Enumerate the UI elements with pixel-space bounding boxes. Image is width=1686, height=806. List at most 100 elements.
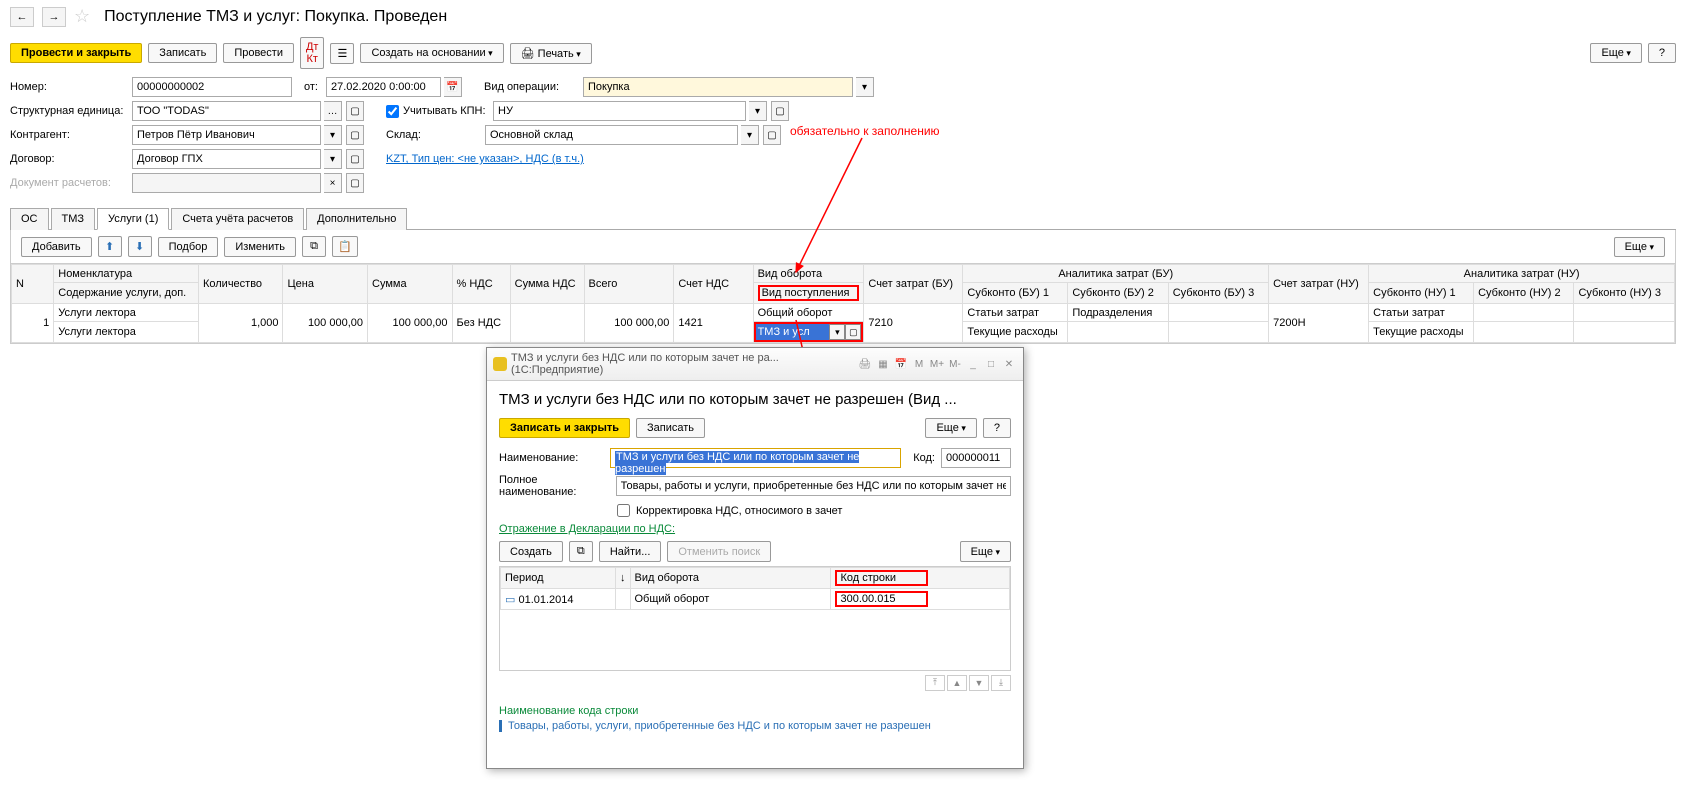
popup-create-button[interactable]: Создать <box>499 541 563 562</box>
col-n[interactable]: N <box>12 265 54 304</box>
col-nom2[interactable]: Содержание услуги, доп. <box>54 283 199 304</box>
copy-button[interactable]: ⧉ <box>302 236 326 257</box>
col-sum[interactable]: Сумма <box>368 265 453 304</box>
op-type-input[interactable] <box>583 77 853 97</box>
print-button[interactable]: 🖨 Печать <box>510 43 592 64</box>
popup-save-button[interactable]: Записать <box>636 418 705 438</box>
forward-button[interactable]: → <box>42 7 66 27</box>
tab-accounts[interactable]: Счета учёта расчетов <box>171 208 304 230</box>
post-button[interactable]: Провести <box>223 43 294 63</box>
popup-col-code[interactable]: Код строки <box>830 568 1010 589</box>
close-icon[interactable]: ✕ <box>1001 357 1017 371</box>
col-subn1[interactable]: Субконто (НУ) 1 <box>1369 283 1474 304</box>
date-input[interactable] <box>326 77 441 97</box>
counterparty-input[interactable] <box>132 125 321 145</box>
popup-cancel-find-button[interactable]: Отменить поиск <box>667 541 771 562</box>
calendar-icon[interactable]: 📅 <box>893 357 909 371</box>
star-icon[interactable]: ☆ <box>74 6 90 27</box>
clear-icon[interactable]: × <box>324 173 342 193</box>
create-based-button[interactable]: Создать на основании <box>360 43 503 63</box>
cell-incoming-type[interactable]: ТМЗ и усл ▾ ▢ <box>753 322 864 343</box>
popup-table-more-button[interactable]: Еще <box>960 541 1011 562</box>
col-anal-bu[interactable]: Аналитика затрат (БУ) <box>963 265 1269 283</box>
dropdown-icon[interactable]: ▾ <box>324 149 342 169</box>
popup-code-input[interactable] <box>941 448 1011 468</box>
add-button[interactable]: Добавить <box>21 237 92 257</box>
col-price[interactable]: Цена <box>283 265 368 304</box>
col-subn2[interactable]: Субконто (НУ) 2 <box>1474 283 1574 304</box>
edit-button[interactable]: Изменить <box>224 237 296 257</box>
cell-edit-value[interactable]: ТМЗ и усл <box>756 324 830 340</box>
contract-input[interactable] <box>132 149 321 169</box>
col-nom[interactable]: Номенклатура <box>54 265 199 283</box>
kpn-input[interactable] <box>493 101 746 121</box>
col-sub2[interactable]: Субконто (БУ) 2 <box>1068 283 1168 304</box>
open-icon[interactable]: ▢ <box>346 173 364 193</box>
maximize-icon[interactable]: □ <box>983 357 999 371</box>
dropdown-icon[interactable]: ▾ <box>829 324 845 340</box>
popup-table-row[interactable]: ▭ 01.01.2014 Общий оборот 300.00.015 <box>501 589 1010 610</box>
paste-button[interactable]: 📋 <box>332 236 358 257</box>
popup-col-period[interactable]: Период <box>501 568 616 589</box>
open-icon[interactable]: ▢ <box>771 101 789 121</box>
help-button[interactable]: ? <box>1648 43 1676 63</box>
move-up-button[interactable]: ⬆ <box>98 236 122 257</box>
col-sub1[interactable]: Субконто (БУ) 1 <box>963 283 1068 304</box>
popup-correction-checkbox[interactable] <box>617 504 630 517</box>
popup-help-button[interactable]: ? <box>983 418 1011 438</box>
nav-first-icon[interactable]: ⤒ <box>925 675 945 691</box>
m-icon[interactable]: M <box>911 357 927 371</box>
popup-col-sort[interactable]: ↓ <box>616 568 631 589</box>
col-turn[interactable]: Вид оборота <box>753 265 864 283</box>
popup-col-turn[interactable]: Вид оборота <box>630 568 830 589</box>
dropdown-icon[interactable]: ▾ <box>741 125 759 145</box>
popup-titlebar[interactable]: ТМЗ и услуги без НДС или по которым заче… <box>487 348 1023 381</box>
col-anal-nu[interactable]: Аналитика затрат (НУ) <box>1369 265 1675 283</box>
minimize-icon[interactable]: _ <box>965 357 981 371</box>
popup-name-input[interactable]: ТМЗ и услуги без НДС или по которым заче… <box>610 448 901 468</box>
calc-icon[interactable]: ▦ <box>875 357 891 371</box>
open-icon[interactable]: ▢ <box>763 125 781 145</box>
structure-button[interactable]: ☰ <box>330 43 354 64</box>
col-total[interactable]: Всего <box>584 265 674 304</box>
col-subn3[interactable]: Субконто (НУ) 3 <box>1574 283 1675 304</box>
ellipsis-icon[interactable]: … <box>324 101 342 121</box>
col-sub3[interactable]: Субконто (БУ) 3 <box>1168 283 1268 304</box>
table-row[interactable]: 1 Услуги лектора 1,000 100 000,00 100 00… <box>12 304 1675 322</box>
back-button[interactable]: ← <box>10 7 34 27</box>
dropdown-icon[interactable]: ▾ <box>749 101 767 121</box>
dropdown-icon[interactable]: ▾ <box>856 77 874 97</box>
kzt-price-link[interactable]: KZT, Тип цен: <не указан>, НДС (в т.ч.) <box>386 153 584 165</box>
col-vat-sum[interactable]: Сумма НДС <box>510 265 584 304</box>
number-input[interactable] <box>132 77 292 97</box>
kpn-checkbox[interactable] <box>386 105 399 118</box>
dtkt-button[interactable]: ДтКт <box>300 37 325 69</box>
col-turn2[interactable]: Вид поступления <box>753 283 864 304</box>
open-icon[interactable]: ▢ <box>346 101 364 121</box>
col-vat-pct[interactable]: % НДС <box>452 265 510 304</box>
tab-tmz[interactable]: ТМЗ <box>51 208 96 230</box>
post-and-close-button[interactable]: Провести и закрыть <box>10 43 142 63</box>
dropdown-icon[interactable]: ▾ <box>324 125 342 145</box>
nav-last-icon[interactable]: ⤓ <box>991 675 1011 691</box>
unit-input[interactable] <box>132 101 321 121</box>
move-down-button[interactable]: ⬇ <box>128 236 152 257</box>
nav-down-icon[interactable]: ▼ <box>969 675 989 691</box>
nav-up-icon[interactable]: ▲ <box>947 675 967 691</box>
more-button[interactable]: Еще <box>1590 43 1641 63</box>
mplus-icon[interactable]: M+ <box>929 357 945 371</box>
warehouse-input[interactable] <box>485 125 738 145</box>
calendar-icon[interactable]: 📅 <box>444 77 462 97</box>
tab-os[interactable]: ОС <box>10 208 49 230</box>
open-icon[interactable]: ▢ <box>845 324 861 340</box>
col-cost-nu[interactable]: Счет затрат (НУ) <box>1269 265 1369 304</box>
popup-more-button[interactable]: Еще <box>925 418 976 438</box>
open-icon[interactable]: ▢ <box>346 125 364 145</box>
print-icon[interactable]: 🖨 <box>857 357 873 371</box>
popup-find-button[interactable]: Найти... <box>599 541 662 562</box>
tab-extra[interactable]: Дополнительно <box>306 208 407 230</box>
col-qty[interactable]: Количество <box>198 265 283 304</box>
col-vat-acc[interactable]: Счет НДС <box>674 265 753 304</box>
col-cost-acc[interactable]: Счет затрат (БУ) <box>864 265 963 304</box>
save-button[interactable]: Записать <box>148 43 217 63</box>
